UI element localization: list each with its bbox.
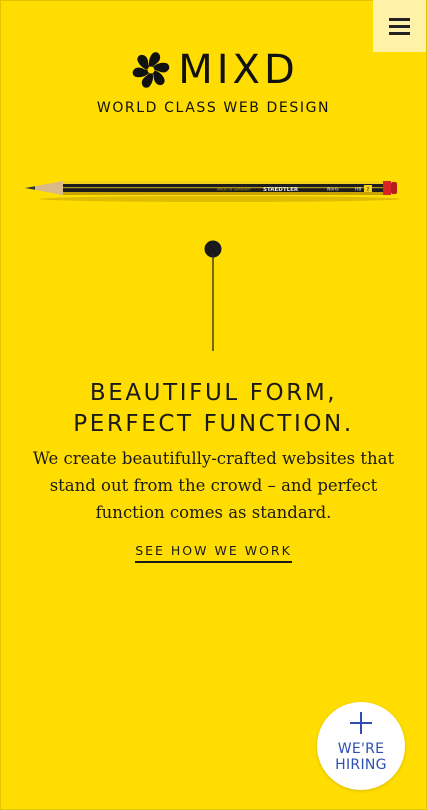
hiring-badge-button[interactable]: WE'RE HIRING [317, 702, 405, 790]
intro-line-2: stand out from the crowd – and perfect [49, 476, 378, 495]
menu-button[interactable] [373, 0, 426, 52]
site-logo[interactable]: MIXD WORLD CLASS WEB DESIGN [0, 48, 427, 116]
brand-name: MIXD [178, 47, 299, 93]
intro-line-1: We create beautifully-crafted websites t… [32, 449, 395, 468]
pencil-image: MADE IN GERMANY STAEDTLER Noris HB 2 [25, 181, 400, 202]
pencil-grade-number: 2 [367, 187, 370, 193]
see-how-we-work-link[interactable]: SEE HOW WE WORK [135, 543, 292, 563]
hero-intro: We create beautifully-crafted websites t… [30, 445, 397, 526]
pencil-model: Noris [327, 187, 339, 193]
pencil-made-in: MADE IN GERMANY [217, 187, 252, 191]
intro-line-3: function comes as standard. [95, 503, 332, 522]
scroll-pin-icon [204, 240, 222, 351]
hiring-line-2: HIRING [335, 757, 387, 773]
pencil-brand: STAEDTLER [263, 187, 299, 193]
plus-icon [350, 712, 372, 734]
headline-line-1: BEAUTIFUL FORM, [89, 380, 338, 406]
hiring-label: WE'RE HIRING [317, 741, 405, 773]
tagline: WORLD CLASS WEB DESIGN [96, 100, 331, 116]
cta-container: SEE HOW WE WORK [0, 540, 427, 563]
headline-line-2: PERFECT FUNCTION. [73, 411, 354, 437]
pencil-grade: HB [355, 187, 361, 193]
hiring-line-1: WE'RE [337, 741, 385, 757]
hero-headline: BEAUTIFUL FORM, PERFECT FUNCTION. [0, 378, 427, 440]
mixd-flower-icon [132, 52, 170, 88]
